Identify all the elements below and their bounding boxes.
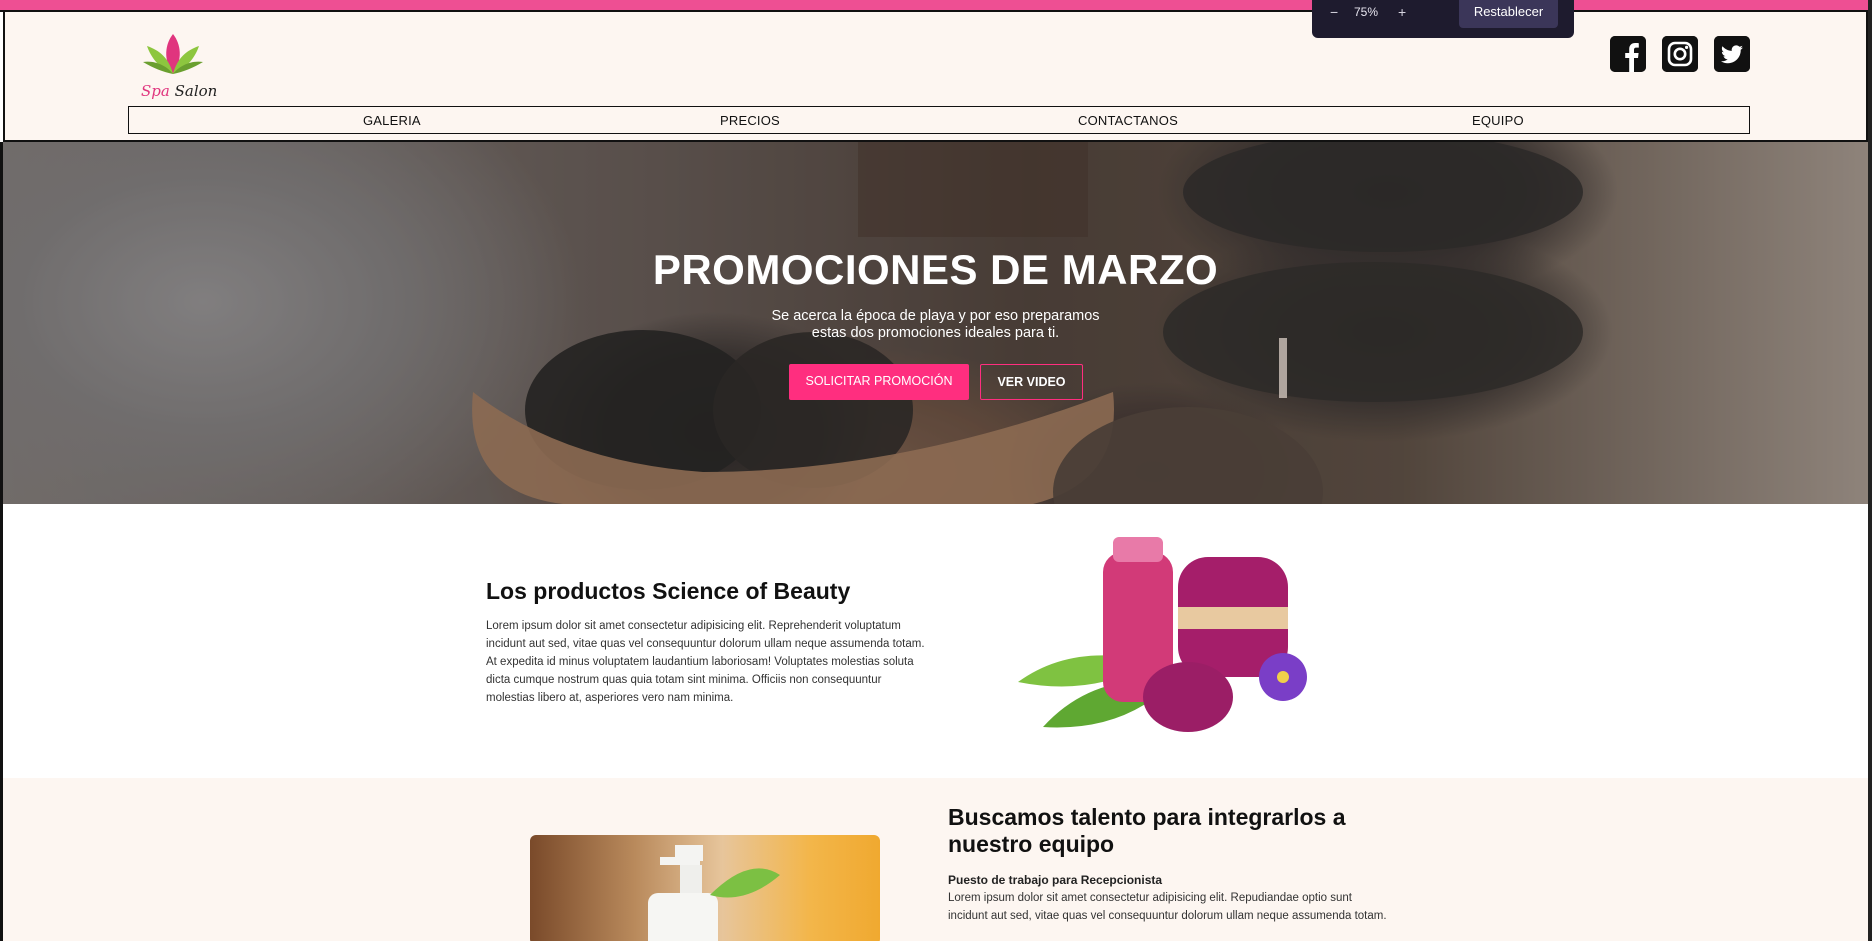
nav-contactanos[interactable]: CONTACTANOS bbox=[1078, 113, 1178, 128]
main-nav: GALERIA PRECIOS CONTACTANOS EQUIPO bbox=[128, 106, 1750, 134]
zoom-reset-button[interactable]: Restablecer bbox=[1459, 0, 1558, 28]
logo-word-salon: Salon bbox=[174, 82, 218, 100]
talent-body: Lorem ipsum dolor sit amet consectetur a… bbox=[948, 892, 1387, 922]
left-border bbox=[0, 142, 3, 941]
zoom-toolbar: − 75% + Restablecer bbox=[1312, 0, 1574, 38]
hero-subtitle: Se acerca la época de playa y por eso pr… bbox=[3, 308, 1868, 342]
products-title: Los productos Science of Beauty bbox=[486, 578, 851, 604]
twitter-link[interactable] bbox=[1714, 36, 1750, 72]
logo-text: Spa Salon bbox=[141, 82, 217, 100]
talent-section: Buscamos talento para integrarlos a nues… bbox=[3, 778, 1868, 941]
lotus-icon bbox=[143, 34, 203, 74]
instagram-link[interactable] bbox=[1662, 36, 1698, 72]
facebook-link[interactable] bbox=[1610, 36, 1646, 72]
page: Spa Salon GALERIA PRECIOS CONTACTANOS EQ… bbox=[0, 0, 1868, 941]
hero-subtitle-line2: estas dos promociones ideales para ti. bbox=[811, 325, 1060, 341]
zoom-level: 75% bbox=[1354, 5, 1379, 19]
nav-galeria[interactable]: GALERIA bbox=[363, 113, 421, 128]
instagram-icon bbox=[1662, 36, 1698, 72]
top-accent-bar bbox=[0, 0, 1868, 12]
watch-video-button[interactable]: VER VIDEO bbox=[980, 364, 1083, 400]
nav-equipo[interactable]: EQUIPO bbox=[1472, 113, 1524, 128]
logo[interactable]: Spa Salon bbox=[133, 26, 217, 106]
job-position: Puesto de trabajo para Recepcionista bbox=[948, 873, 1163, 887]
talent-title: Buscamos talento para integrarlos a nues… bbox=[948, 804, 1346, 857]
hero-subtitle-line1: Se acerca la época de playa y por eso pr… bbox=[771, 308, 1100, 324]
products-body: Lorem ipsum dolor sit amet consectetur a… bbox=[486, 620, 925, 704]
request-promo-button[interactable]: SOLICITAR PROMOCIÓN bbox=[789, 364, 969, 400]
pump-bottle-graphic bbox=[648, 845, 780, 941]
hero-banner: PROMOCIONES DE MARZO Se acerca la época … bbox=[3, 142, 1868, 504]
zoom-out-button[interactable]: − bbox=[1330, 4, 1338, 20]
zoom-in-button[interactable]: + bbox=[1398, 4, 1406, 20]
hero-title: PROMOCIONES DE MARZO bbox=[652, 246, 1219, 293]
window-edge bbox=[1868, 0, 1872, 941]
logo-word-spa: Spa bbox=[141, 82, 170, 100]
facebook-icon bbox=[1610, 36, 1646, 72]
nav-precios[interactable]: PRECIOS bbox=[720, 113, 780, 128]
products-section: Los productos Science of Beauty Lorem ip… bbox=[3, 504, 1868, 778]
site-header: Spa Salon GALERIA PRECIOS CONTACTANOS EQ… bbox=[3, 12, 1868, 142]
cosmetics-image bbox=[1018, 537, 1307, 732]
twitter-icon bbox=[1714, 36, 1750, 72]
pump-bottle-image bbox=[530, 835, 880, 941]
